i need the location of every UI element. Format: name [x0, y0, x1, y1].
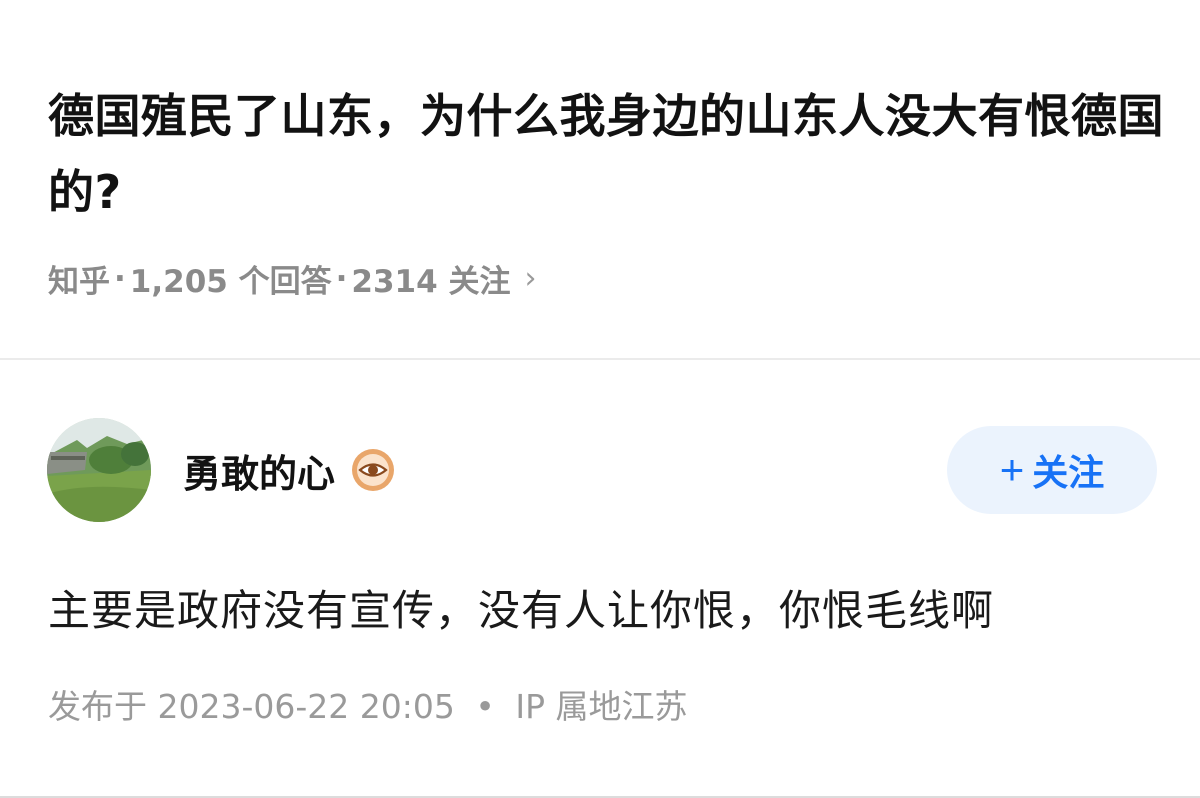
plus-icon: +	[999, 446, 1025, 493]
meta-separator: ·	[114, 260, 126, 297]
author-name[interactable]: 勇敢的心	[183, 443, 335, 498]
eye-badge-icon[interactable]	[351, 448, 395, 492]
follower-count: 2314 关注	[351, 264, 511, 300]
answer-meta: 发布于 2023-06-22 20:05 • IP 属地江苏	[48, 680, 687, 728]
meta-separator: ·	[335, 260, 348, 297]
source-label: 知乎	[48, 264, 110, 300]
question-title[interactable]: 德国殖民了山东，为什么我身边的山东人没大有恨德国的?	[48, 78, 1168, 230]
chevron-right-icon[interactable]: ›	[525, 261, 537, 296]
follow-button[interactable]: + 关注	[947, 426, 1157, 514]
meta-dot: •	[475, 687, 495, 726]
author-row: 勇敢的心 + 关注	[47, 418, 1157, 522]
follow-label: 关注	[1032, 452, 1105, 493]
section-divider	[0, 358, 1200, 360]
avatar[interactable]	[47, 418, 151, 522]
ip-location: IP 属地江苏	[515, 687, 688, 726]
answer-text[interactable]: 主要是政府没有宣传，没有人让你恨，你恨毛线啊	[48, 577, 994, 638]
question-header: 德国殖民了山东，为什么我身边的山东人没大有恨德国的? 知乎 · 1,205 个回…	[48, 78, 1168, 301]
publish-time: 发布于 2023-06-22 20:05	[48, 687, 455, 726]
question-meta[interactable]: 知乎 · 1,205 个回答 · 2314 关注 ›	[48, 256, 1168, 301]
answer-count: 1,205 个回答	[129, 264, 332, 300]
